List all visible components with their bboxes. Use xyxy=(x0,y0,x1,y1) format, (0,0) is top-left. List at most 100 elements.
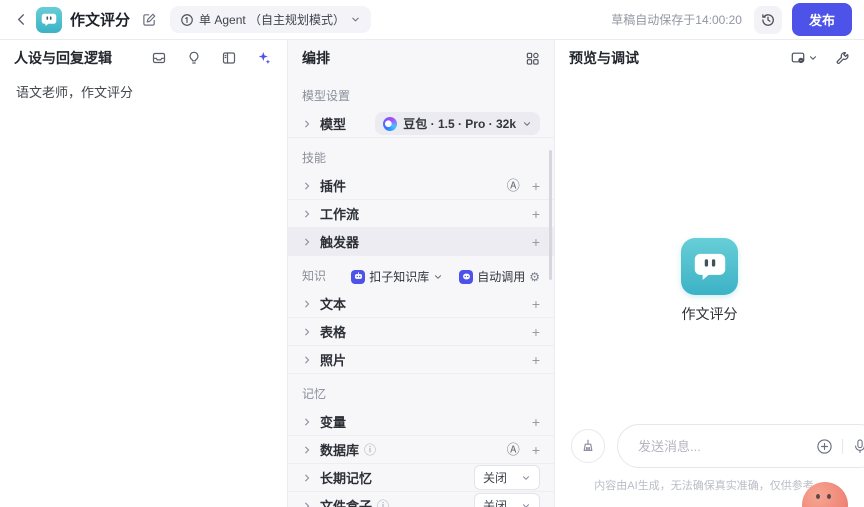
row-model[interactable]: 模型 豆包 · 1.5 · Pro · 32k xyxy=(288,110,554,138)
chevron-right-icon xyxy=(302,209,312,219)
row-label: 文本 xyxy=(320,297,347,312)
microphone-icon[interactable] xyxy=(852,438,864,454)
edit-name-icon[interactable] xyxy=(138,9,160,31)
chat-bubble-icon xyxy=(694,253,725,280)
auto-call-icon[interactable]: Ⓐ xyxy=(507,179,520,192)
orchestration-panel-title: 编排 xyxy=(302,50,330,66)
bot-preview-identity: 作文评分 xyxy=(555,238,864,324)
add-database-icon[interactable]: + xyxy=(532,443,540,457)
message-input-wrap[interactable] xyxy=(617,424,864,468)
preview-panel: 预览与调试 作文评分 发送消息... 内容由AI生成，无法确保真实准确，仅供参考… xyxy=(555,40,864,507)
agent-mode-label: 单 Agent （自主规划模式） xyxy=(199,13,346,27)
chevron-right-icon xyxy=(302,181,312,191)
row-variables[interactable]: 变量 + xyxy=(288,408,554,436)
row-label: 数据库 ⓘ xyxy=(320,440,376,459)
add-variable-icon[interactable]: + xyxy=(532,415,540,429)
prompt-library-icon[interactable] xyxy=(150,49,168,67)
layout-grid-icon[interactable] xyxy=(525,51,540,66)
row-database[interactable]: 数据库 ⓘ Ⓐ + xyxy=(288,436,554,464)
chat-input-area: 内容由AI生成，无法确保真实准确，仅供参考。 xyxy=(571,424,864,493)
chevron-right-icon xyxy=(302,355,312,365)
row-label: 插件 xyxy=(320,179,347,194)
chevron-right-icon xyxy=(302,327,312,337)
row-label: 模型 xyxy=(320,117,347,132)
idea-lightbulb-icon[interactable] xyxy=(185,49,203,67)
message-input[interactable] xyxy=(636,437,816,455)
section-knowledge: 知识 xyxy=(302,269,327,283)
row-label: 照片 xyxy=(320,353,347,368)
row-label: 长期记忆 xyxy=(320,471,373,486)
knowledge-source-select[interactable]: 扣子知识库 xyxy=(351,268,443,285)
gear-icon[interactable]: ⚙ xyxy=(529,271,540,283)
prompt-preview-icon[interactable] xyxy=(220,49,238,67)
scrollbar-thumb[interactable] xyxy=(549,150,552,280)
row-label: 工作流 xyxy=(320,207,360,222)
debug-panel-dropdown[interactable] xyxy=(790,50,818,66)
auto-call-bot-icon xyxy=(459,269,474,284)
chevron-right-icon xyxy=(302,299,312,309)
ai-optimize-sparkle-icon[interactable] xyxy=(255,49,273,67)
add-plugin-icon[interactable]: + xyxy=(532,179,540,193)
section-skills: 技能 xyxy=(302,151,327,165)
chevron-right-icon xyxy=(302,237,312,247)
knowledge-auto-call-setting[interactable]: 自动调用 ⚙ xyxy=(459,268,540,285)
persona-content[interactable]: 语文老师，作文评分 xyxy=(0,76,287,107)
filebox-label: 文件盒子 xyxy=(320,499,373,507)
add-knowledge-text-icon[interactable]: + xyxy=(532,297,540,311)
model-selector[interactable]: 豆包 · 1.5 · Pro · 32k xyxy=(375,112,540,135)
chevron-down-icon xyxy=(435,274,442,279)
longterm-memory-select[interactable]: 关闭 xyxy=(474,465,540,490)
debug-tools-icon[interactable] xyxy=(834,50,850,66)
database-label: 数据库 xyxy=(320,443,360,458)
chat-bubble-icon xyxy=(41,13,57,26)
single-agent-icon xyxy=(181,13,193,26)
history-icon xyxy=(762,13,774,26)
debug-panel-icon xyxy=(791,52,805,64)
filebox-select[interactable]: 关闭 xyxy=(474,493,540,507)
persona-panel-title: 人设与回复逻辑 xyxy=(14,50,112,66)
agent-mode-selector[interactable]: 单 Agent （自主规划模式） xyxy=(170,6,372,33)
chevron-down-icon xyxy=(523,121,531,126)
chevron-down-icon xyxy=(810,56,816,60)
orchestration-panel: 编排 模型设置 模型 豆包 · 1.5 · Pro · 32k 技能 插件 Ⓐ … xyxy=(288,40,555,507)
auto-call-label: 自动调用 xyxy=(477,270,526,284)
bot-avatar xyxy=(36,6,62,33)
publish-button[interactable]: 发布 xyxy=(791,3,852,36)
bot-avatar-large xyxy=(681,238,738,295)
section-model-settings: 模型设置 xyxy=(302,89,351,103)
auto-call-icon[interactable]: Ⓐ xyxy=(507,443,520,456)
persona-panel: 人设与回复逻辑 语文老师，作文评分 xyxy=(0,40,288,507)
topbar: 作文评分 单 Agent （自主规划模式） 草稿自动保存于14:00:20 发布 xyxy=(0,0,864,40)
clear-context-icon xyxy=(583,439,593,451)
info-icon[interactable]: ⓘ xyxy=(377,497,389,507)
chevron-down-icon xyxy=(352,17,359,22)
knowledge-source-label: 扣子知识库 xyxy=(369,270,430,284)
attach-plus-icon[interactable] xyxy=(816,438,833,455)
chevron-down-icon xyxy=(522,475,530,480)
clear-context-button[interactable] xyxy=(571,429,605,463)
row-filebox[interactable]: 文件盒子 ⓘ 关闭 xyxy=(288,492,554,507)
chevron-left-icon xyxy=(17,14,24,25)
row-triggers[interactable]: 触发器 + xyxy=(288,228,554,256)
bot-title: 作文评分 xyxy=(70,12,131,29)
chevron-right-icon xyxy=(302,417,312,427)
row-label: 变量 xyxy=(320,415,347,430)
knowledge-base-icon xyxy=(351,269,366,284)
row-knowledge-table[interactable]: 表格 + xyxy=(288,318,554,346)
row-longterm-memory[interactable]: 长期记忆 关闭 xyxy=(288,464,554,492)
row-workflows[interactable]: 工作流 + xyxy=(288,200,554,228)
info-icon[interactable]: ⓘ xyxy=(364,441,376,458)
model-value: 豆包 · 1.5 · Pro · 32k xyxy=(403,117,516,131)
bot-preview-name: 作文评分 xyxy=(681,306,738,322)
row-label: 触发器 xyxy=(320,235,360,250)
row-knowledge-photo[interactable]: 照片 + xyxy=(288,346,554,374)
row-knowledge-text[interactable]: 文本 + xyxy=(288,290,554,318)
back-button[interactable] xyxy=(10,9,32,31)
add-workflow-icon[interactable]: + xyxy=(532,207,540,221)
add-knowledge-photo-icon[interactable]: + xyxy=(532,353,540,367)
row-plugins[interactable]: 插件 Ⓐ + xyxy=(288,172,554,200)
version-history-button[interactable] xyxy=(753,5,782,34)
add-knowledge-table-icon[interactable]: + xyxy=(532,325,540,339)
add-trigger-icon[interactable]: + xyxy=(532,235,540,249)
preview-panel-title: 预览与调试 xyxy=(569,50,639,66)
